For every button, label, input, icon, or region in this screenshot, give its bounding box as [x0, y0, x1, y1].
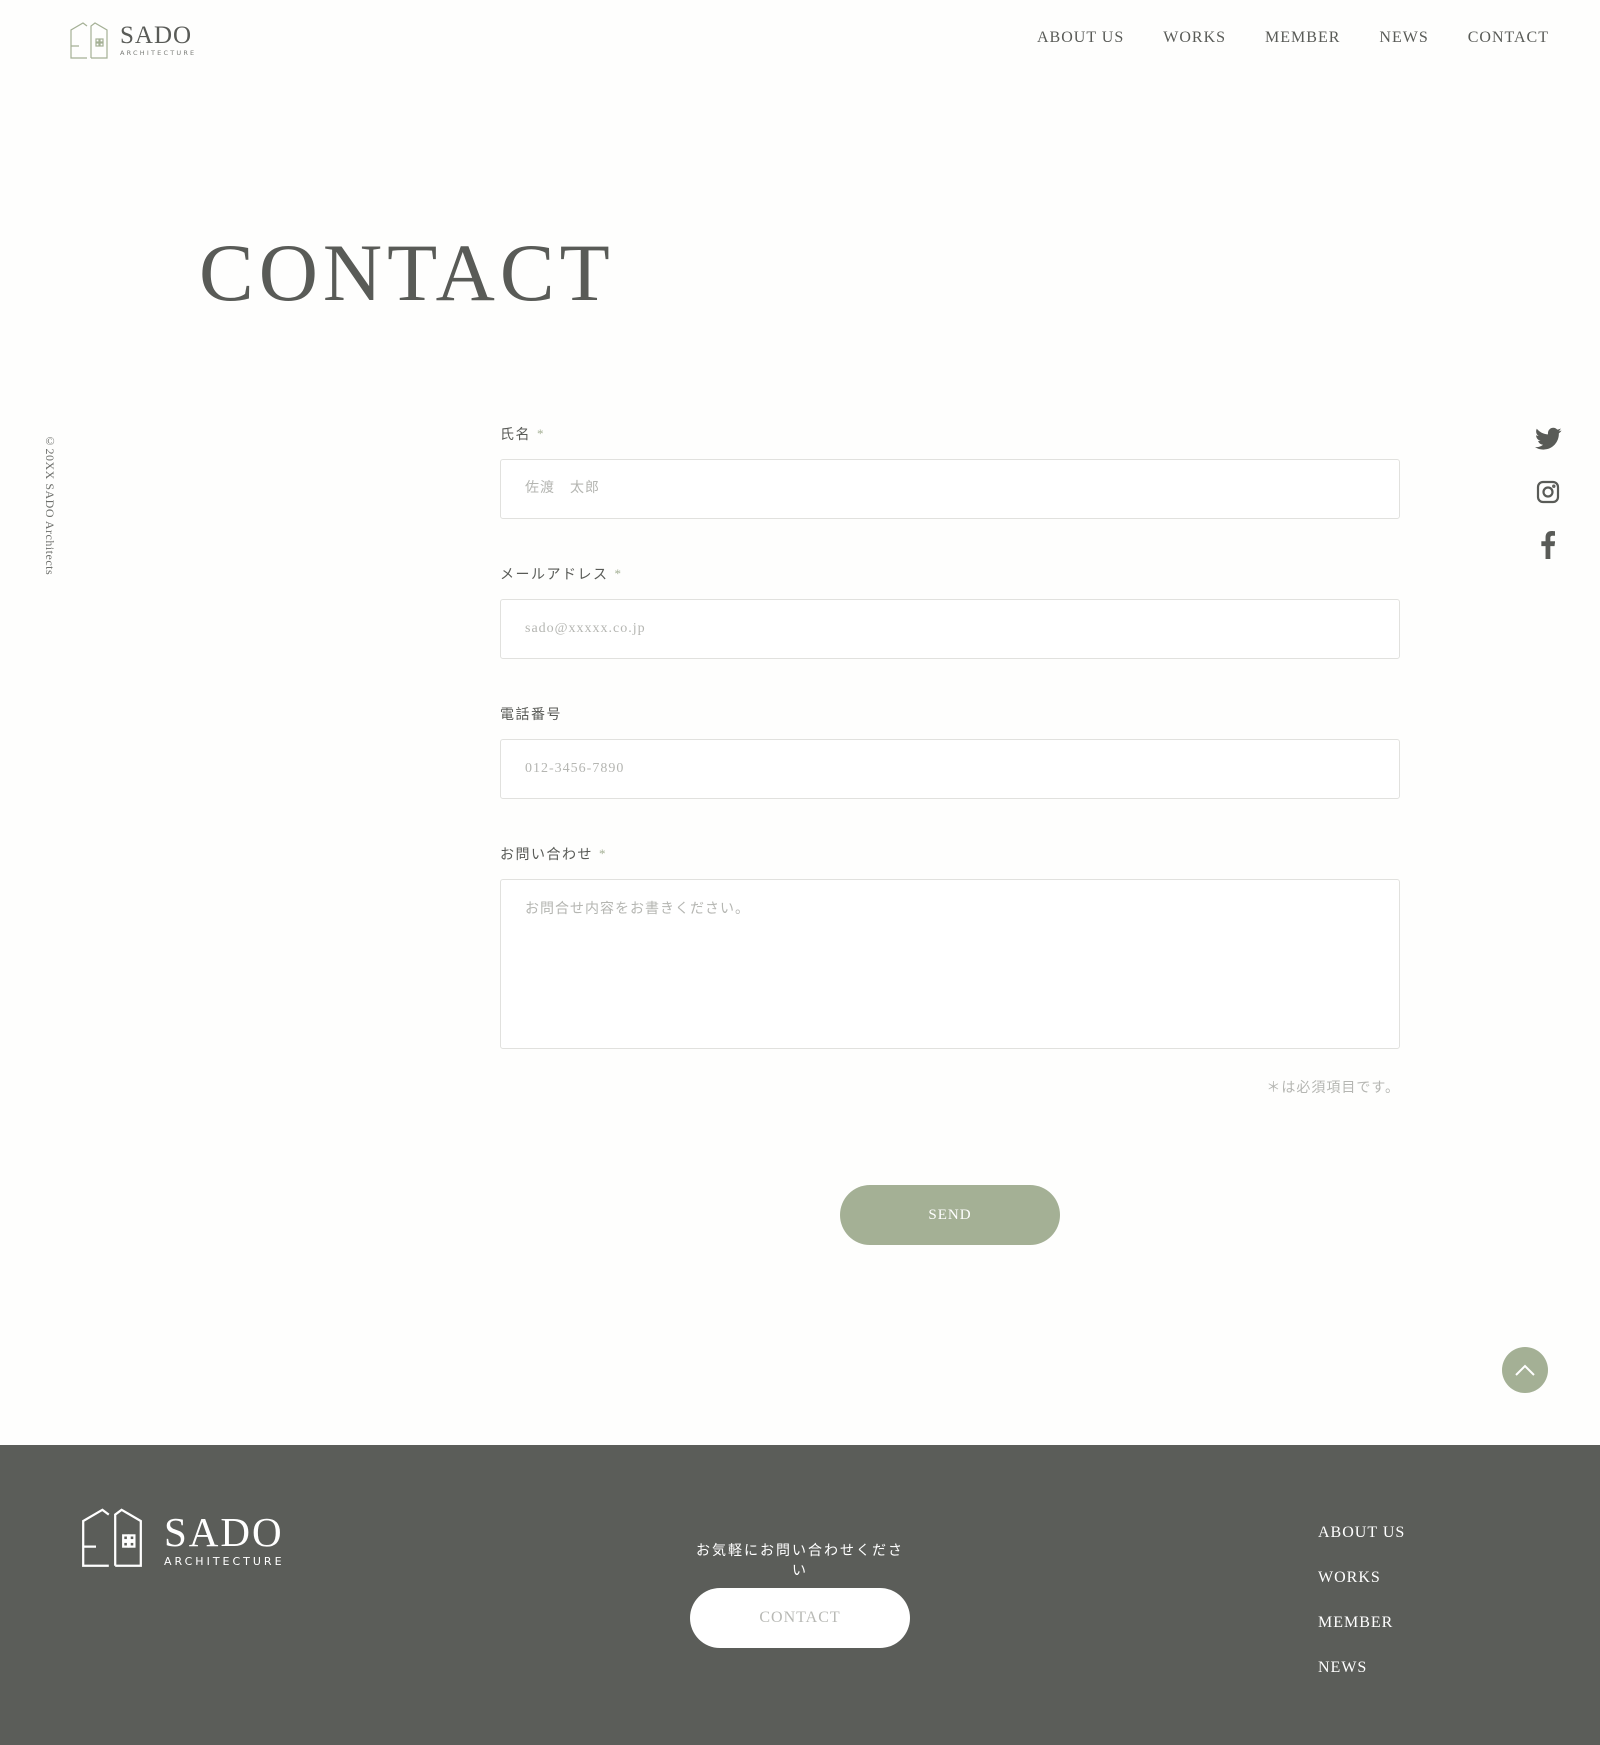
nav-works[interactable]: WORKS: [1163, 29, 1226, 47]
main-nav: ABOUT US WORKS MEMBER NEWS CONTACT: [1037, 29, 1549, 47]
social-links: [1532, 424, 1564, 560]
contact-form: 氏名 * メールアドレス * 電話番号 お問い合わせ * ＊は必須項目です。: [500, 424, 1400, 1097]
page-title: CONTACT: [199, 227, 615, 318]
required-mark: *: [614, 566, 623, 581]
email-input[interactable]: [500, 599, 1400, 659]
footer-contact-button[interactable]: CONTACT: [690, 1588, 910, 1648]
scroll-to-top-button[interactable]: [1502, 1347, 1548, 1393]
email-label-text: メールアドレス: [500, 568, 609, 583]
twitter-icon[interactable]: [1533, 424, 1563, 454]
nav-about-us[interactable]: ABOUT US: [1037, 29, 1124, 47]
logo-name: SADO: [120, 22, 193, 50]
inquiry-label-text: お問い合わせ: [500, 848, 593, 863]
footer-nav: ABOUT US WORKS MEMBER NEWS: [1318, 1521, 1405, 1679]
house-logo-icon: [82, 1508, 142, 1567]
email-label: メールアドレス *: [500, 564, 1400, 584]
required-mark: *: [599, 846, 607, 861]
name-input[interactable]: [500, 459, 1400, 519]
footer-nav-about-us[interactable]: ABOUT US: [1318, 1521, 1405, 1544]
nav-news[interactable]: NEWS: [1379, 29, 1428, 47]
name-label: 氏名 *: [500, 424, 1400, 444]
header-logo[interactable]: SADO ARCHITECTURE: [69, 20, 196, 60]
footer-logo-subtitle: ARCHITECTURE: [164, 1555, 285, 1568]
required-note: ＊は必須項目です。: [1266, 1081, 1400, 1096]
nav-contact[interactable]: CONTACT: [1468, 29, 1549, 47]
phone-label: 電話番号: [500, 704, 1400, 724]
inquiry-textarea[interactable]: [500, 879, 1400, 1049]
inquiry-label: お問い合わせ *: [500, 844, 1400, 864]
phone-label-text: 電話番号: [500, 708, 562, 723]
name-label-text: 氏名: [500, 428, 531, 443]
instagram-icon[interactable]: [1533, 477, 1563, 507]
footer-nav-news[interactable]: NEWS: [1318, 1656, 1405, 1679]
required-mark: *: [537, 426, 545, 441]
footer-nav-works[interactable]: WORKS: [1318, 1566, 1405, 1589]
footer: SADO ARCHITECTURE お気軽にお問い合わせください CONTACT…: [0, 1445, 1600, 1745]
footer-cta-text: お気軽にお問い合わせください: [696, 1544, 904, 1579]
send-button[interactable]: SEND: [840, 1185, 1060, 1245]
copyright: ©20XX SADO Architects: [43, 434, 57, 576]
logo-subtitle: ARCHITECTURE: [120, 49, 197, 58]
chevron-up-icon: [1515, 1364, 1535, 1376]
facebook-icon[interactable]: [1533, 530, 1563, 560]
footer-nav-member[interactable]: MEMBER: [1318, 1611, 1405, 1634]
footer-logo[interactable]: SADO ARCHITECTURE: [80, 1505, 285, 1569]
house-logo-icon: [70, 22, 108, 59]
nav-member[interactable]: MEMBER: [1265, 29, 1340, 47]
footer-logo-name: SADO: [164, 1509, 284, 1555]
phone-input[interactable]: [500, 739, 1400, 799]
